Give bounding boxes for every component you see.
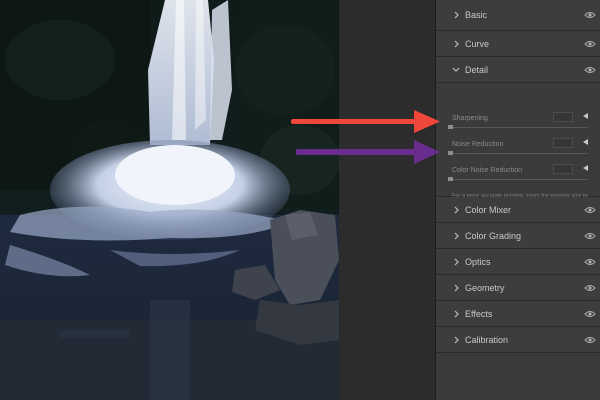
section-curve[interactable]: Curve <box>436 31 600 57</box>
photo-preview <box>0 0 339 400</box>
chevron-right-icon <box>452 283 460 293</box>
triangle-left-icon[interactable] <box>583 113 588 119</box>
eye-icon[interactable] <box>584 232 596 240</box>
noise-reduction-control: Noise Reduction <box>436 138 600 163</box>
noise-reduction-slider-thumb[interactable] <box>448 151 453 155</box>
color-noise-reduction-label: Color Noise Reduction <box>452 167 523 174</box>
chevron-right-icon <box>452 257 460 267</box>
noise-reduction-label: Noise Reduction <box>452 141 504 148</box>
eye-icon[interactable] <box>584 258 596 266</box>
chevron-right-icon <box>452 309 460 319</box>
color-noise-reduction-value-input[interactable] <box>553 164 573 174</box>
sharpening-slider-track[interactable] <box>448 127 588 128</box>
eye-icon[interactable] <box>584 206 596 214</box>
section-label: Geometry <box>465 282 505 293</box>
chevron-down-icon <box>452 65 460 75</box>
chevron-right-icon <box>452 231 460 241</box>
noise-reduction-value-input[interactable] <box>553 138 573 148</box>
section-calibration[interactable]: Calibration <box>436 327 600 353</box>
section-label: Detail <box>465 64 489 75</box>
chevron-right-icon <box>452 10 460 20</box>
color-noise-reduction-control: Color Noise Reduction <box>436 164 600 189</box>
section-label: Effects <box>465 308 493 319</box>
eye-icon[interactable] <box>584 310 596 318</box>
sharpening-value-input[interactable] <box>553 112 573 122</box>
sharpening-slider-thumb[interactable] <box>448 125 453 129</box>
section-basic[interactable]: Basic <box>436 0 600 31</box>
sharpening-label: Sharpening <box>452 115 488 122</box>
section-label: Color Grading <box>465 230 522 241</box>
section-effects[interactable]: Effects <box>436 301 600 327</box>
noise-reduction-slider-track[interactable] <box>448 153 588 154</box>
section-color-mixer[interactable]: Color Mixer <box>436 197 600 223</box>
triangle-left-icon[interactable] <box>583 165 588 171</box>
triangle-left-icon[interactable] <box>583 139 588 145</box>
chevron-right-icon <box>452 335 460 345</box>
chevron-right-icon <box>452 39 460 49</box>
eye-icon[interactable] <box>584 40 596 48</box>
section-label: Color Mixer <box>465 204 512 215</box>
section-color-grading[interactable]: Color Grading <box>436 223 600 249</box>
color-noise-reduction-slider-thumb[interactable] <box>448 177 453 181</box>
sharpening-control: Sharpening <box>436 112 600 137</box>
section-label: Optics <box>465 256 491 267</box>
section-optics[interactable]: Optics <box>436 249 600 275</box>
section-geometry[interactable]: Geometry <box>436 275 600 301</box>
section-label: Curve <box>465 38 490 49</box>
eye-icon[interactable] <box>584 336 596 344</box>
section-label: Calibration <box>465 334 509 345</box>
detail-panel-body: Sharpening Noise Reduction Color Noise R… <box>436 83 600 213</box>
eye-icon[interactable] <box>584 284 596 292</box>
section-detail[interactable]: Detail <box>436 57 600 83</box>
eye-icon[interactable] <box>584 66 596 74</box>
canvas-gutter <box>339 0 435 400</box>
section-label: Basic <box>465 10 488 20</box>
edit-panel: Basic Curve Detail Sharpening Noise Redu… <box>435 0 600 400</box>
color-noise-reduction-slider-track[interactable] <box>448 179 588 180</box>
chevron-right-icon <box>452 205 460 215</box>
eye-icon[interactable] <box>584 11 596 19</box>
